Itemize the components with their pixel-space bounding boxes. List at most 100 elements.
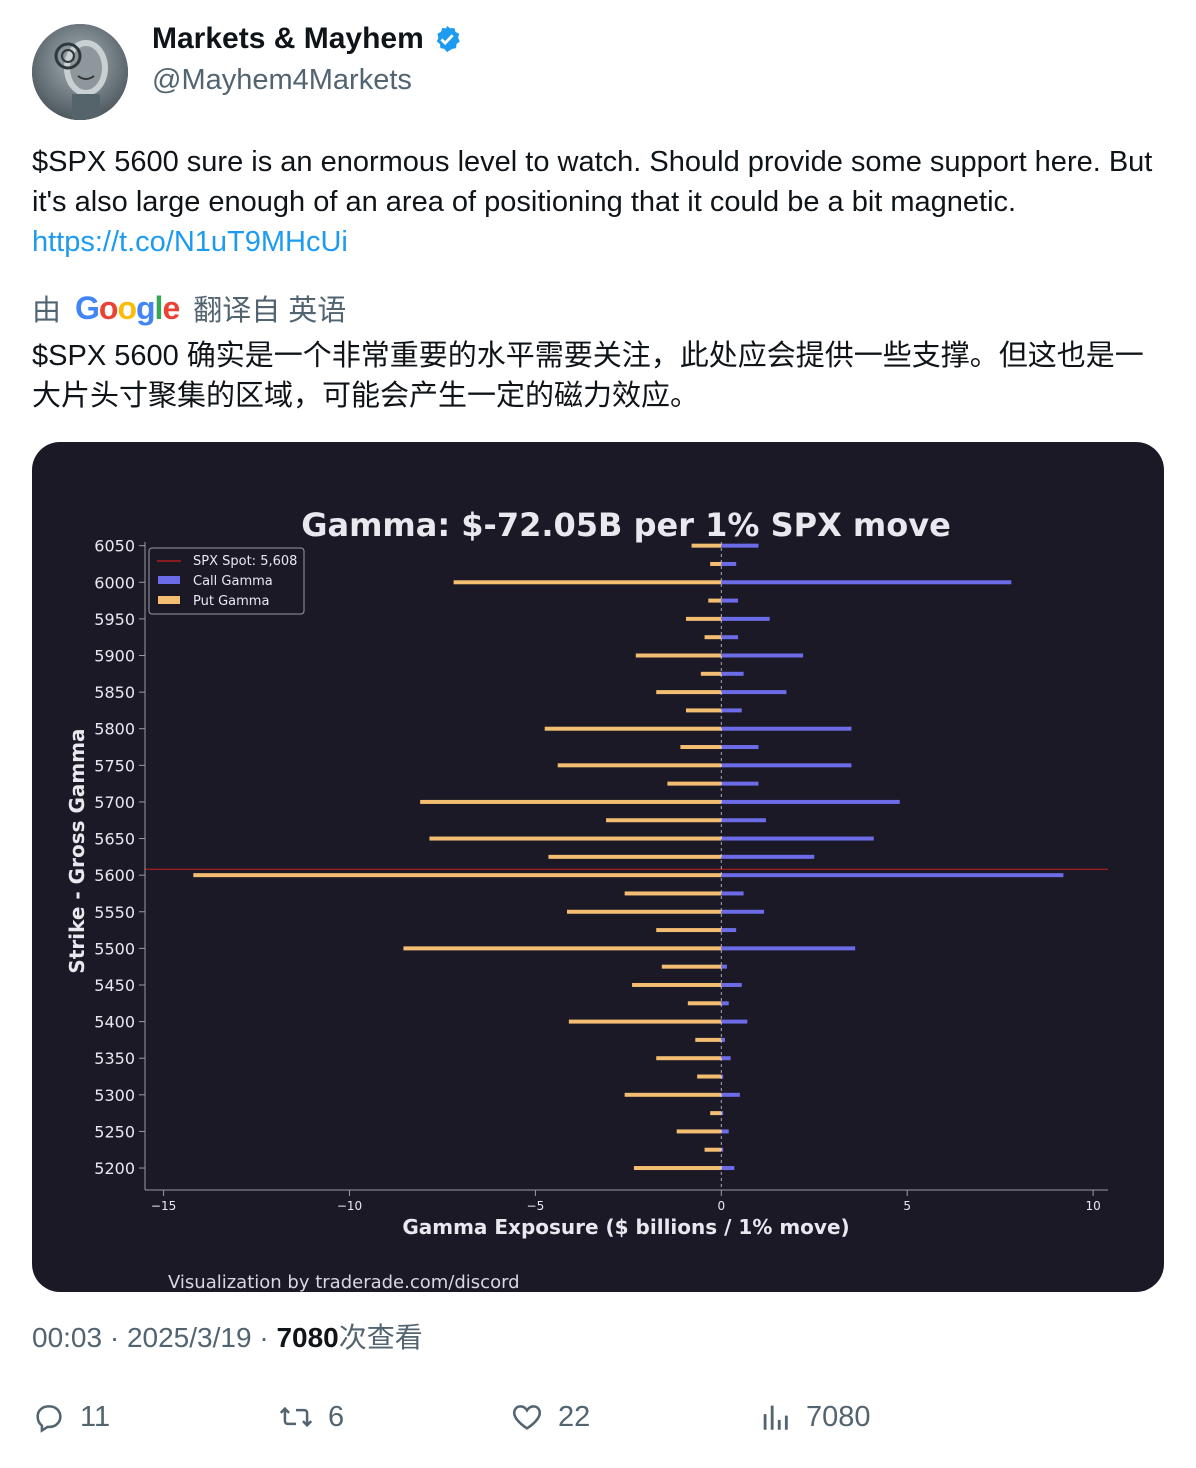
y-tick-label-5450: 5450 (94, 976, 135, 995)
put-bar-5950 (685, 616, 722, 621)
call-bar-5500 (721, 946, 856, 951)
legend-call-label: Call Gamma (193, 574, 273, 589)
call-bar-5250 (721, 1129, 729, 1134)
y-tick-label-5700: 5700 (94, 793, 135, 812)
put-bar-6050 (691, 543, 722, 548)
tweet-date[interactable]: 2025/3/19 (127, 1322, 252, 1353)
y-tick-label-5600: 5600 (94, 866, 135, 885)
tweet-media-chart[interactable]: Gamma: $-72.05B per 1% SPX move 5200 5250… (32, 442, 1164, 1292)
call-bar-5200 (721, 1166, 735, 1171)
put-bar-5350 (656, 1056, 722, 1061)
tweet-link[interactable]: https://t.co/N1uT9MHcUi (32, 226, 348, 258)
meta-separator: · (109, 1322, 120, 1353)
put-bar-6025 (710, 561, 722, 566)
analytics-icon (763, 1405, 788, 1430)
legend-put-label: Put Gamma (193, 594, 269, 609)
verified-badge-icon (436, 25, 460, 53)
y-tick-label-5850: 5850 (94, 683, 135, 702)
chart-credit: Visualization by traderade.com/discord (168, 1272, 520, 1292)
call-bar-6025 (721, 561, 737, 566)
call-bar-5375 (721, 1037, 726, 1042)
retweet-button[interactable]: 6 (278, 1400, 344, 1434)
call-bar-5575 (721, 891, 744, 896)
translation-attribution: 由 Google 翻译自 英语 (32, 287, 346, 329)
put-bar-5450 (632, 982, 722, 987)
author-handle[interactable]: @Mayhem4Markets (152, 64, 412, 97)
y-tick-label-5400: 5400 (94, 1013, 135, 1032)
call-bar-5725 (721, 781, 759, 786)
put-bar-5225 (704, 1147, 722, 1152)
x-tick-label-0: 0 (717, 1199, 725, 1213)
translation-prefix: 由 (32, 295, 62, 327)
put-bar-5750 (557, 763, 722, 768)
put-bar-5275 (710, 1111, 722, 1116)
author-row: Markets & Mayhem (152, 22, 462, 56)
like-button[interactable]: 22 (510, 1400, 590, 1434)
y-tick-label-5650: 5650 (94, 830, 135, 849)
x-tick-label--5: −5 (527, 1199, 545, 1213)
put-bar-5850 (656, 690, 722, 695)
y-tick-label-6050: 6050 (94, 537, 135, 556)
retweet-count: 6 (328, 1400, 345, 1433)
put-bar-6000 (453, 580, 722, 585)
put-bar-5500 (403, 946, 722, 951)
views-button[interactable]: 7080 (758, 1400, 871, 1434)
reply-button[interactable]: 11 (32, 1400, 110, 1434)
legend-put-swatch (158, 596, 180, 604)
translated-text: $SPX 5600 确实是一个非常重要的水平需要关注，此处应会提供一些支撑。但这… (32, 340, 1144, 412)
put-bar-5525 (656, 928, 722, 933)
y-tick-label-5550: 5550 (94, 903, 135, 922)
call-bar-5400 (721, 1019, 748, 1024)
put-bar-5875 (700, 671, 722, 676)
x-tick-label-10: 10 (1085, 1199, 1100, 1213)
call-bar-5350 (721, 1056, 731, 1061)
call-bar-5750 (721, 763, 852, 768)
tweet-actions: 11 6 22 7080 (32, 1400, 1162, 1450)
gamma-chart: Gamma: $-72.05B per 1% SPX move 5200 5250… (65, 506, 1108, 1292)
reply-count: 11 (80, 1400, 111, 1433)
tweet-time[interactable]: 00:03 (32, 1322, 102, 1353)
legend-call-swatch (158, 576, 180, 584)
put-bar-5900 (635, 653, 722, 658)
put-bar-5375 (695, 1037, 722, 1042)
y-tick-label-5500: 5500 (94, 939, 135, 958)
y-tick-label-5350: 5350 (94, 1049, 135, 1068)
y-tick-label-6000: 6000 (94, 573, 135, 592)
put-bar-5250 (676, 1129, 722, 1134)
legend-spot-label: SPX Spot: 5,608 (193, 554, 297, 569)
put-bar-5475 (661, 964, 722, 969)
tweet-text: $SPX 5600 sure is an enormous level to w… (32, 142, 1162, 262)
put-bar-5675 (606, 818, 722, 823)
put-bar-5700 (420, 799, 722, 804)
call-bar-5975 (721, 598, 739, 603)
put-bar-5650 (429, 836, 722, 841)
avatar[interactable] (32, 24, 128, 120)
put-bar-5925 (704, 635, 722, 640)
author-name[interactable]: Markets & Mayhem (152, 22, 424, 56)
y-tick-label-5200: 5200 (94, 1159, 135, 1178)
call-bar-5775 (721, 745, 759, 750)
call-bar-5525 (721, 928, 737, 933)
put-bar-5400 (568, 1019, 722, 1024)
x-tick-label--10: −10 (337, 1199, 362, 1213)
call-bar-5625 (721, 854, 815, 859)
put-bar-5300 (624, 1092, 722, 1097)
put-bar-5725 (667, 781, 722, 786)
translation-suffix[interactable]: 翻译自 英语 (193, 287, 346, 329)
avatar-robot-image (32, 24, 128, 120)
call-bar-5675 (721, 818, 766, 823)
call-bar-5600 (721, 873, 1064, 878)
x-tick-label-5: 5 (903, 1199, 911, 1213)
call-bar-5300 (721, 1092, 740, 1097)
call-bar-5850 (721, 690, 787, 695)
y-tick-label-5950: 5950 (94, 610, 135, 629)
put-bar-5775 (680, 745, 722, 750)
call-bar-5875 (721, 671, 744, 676)
put-bar-5825 (685, 708, 722, 713)
view-count-suffix: 次查看 (338, 1322, 423, 1353)
chart-legend: SPX Spot: 5,608 Call Gamma Put Gamma (148, 547, 305, 615)
call-bar-5475 (721, 964, 727, 969)
tweet-meta: 00:03 · 2025/3/19 · 7080次查看 (32, 1316, 423, 1356)
put-bar-5550 (567, 909, 722, 914)
meta-separator: · (259, 1322, 269, 1353)
